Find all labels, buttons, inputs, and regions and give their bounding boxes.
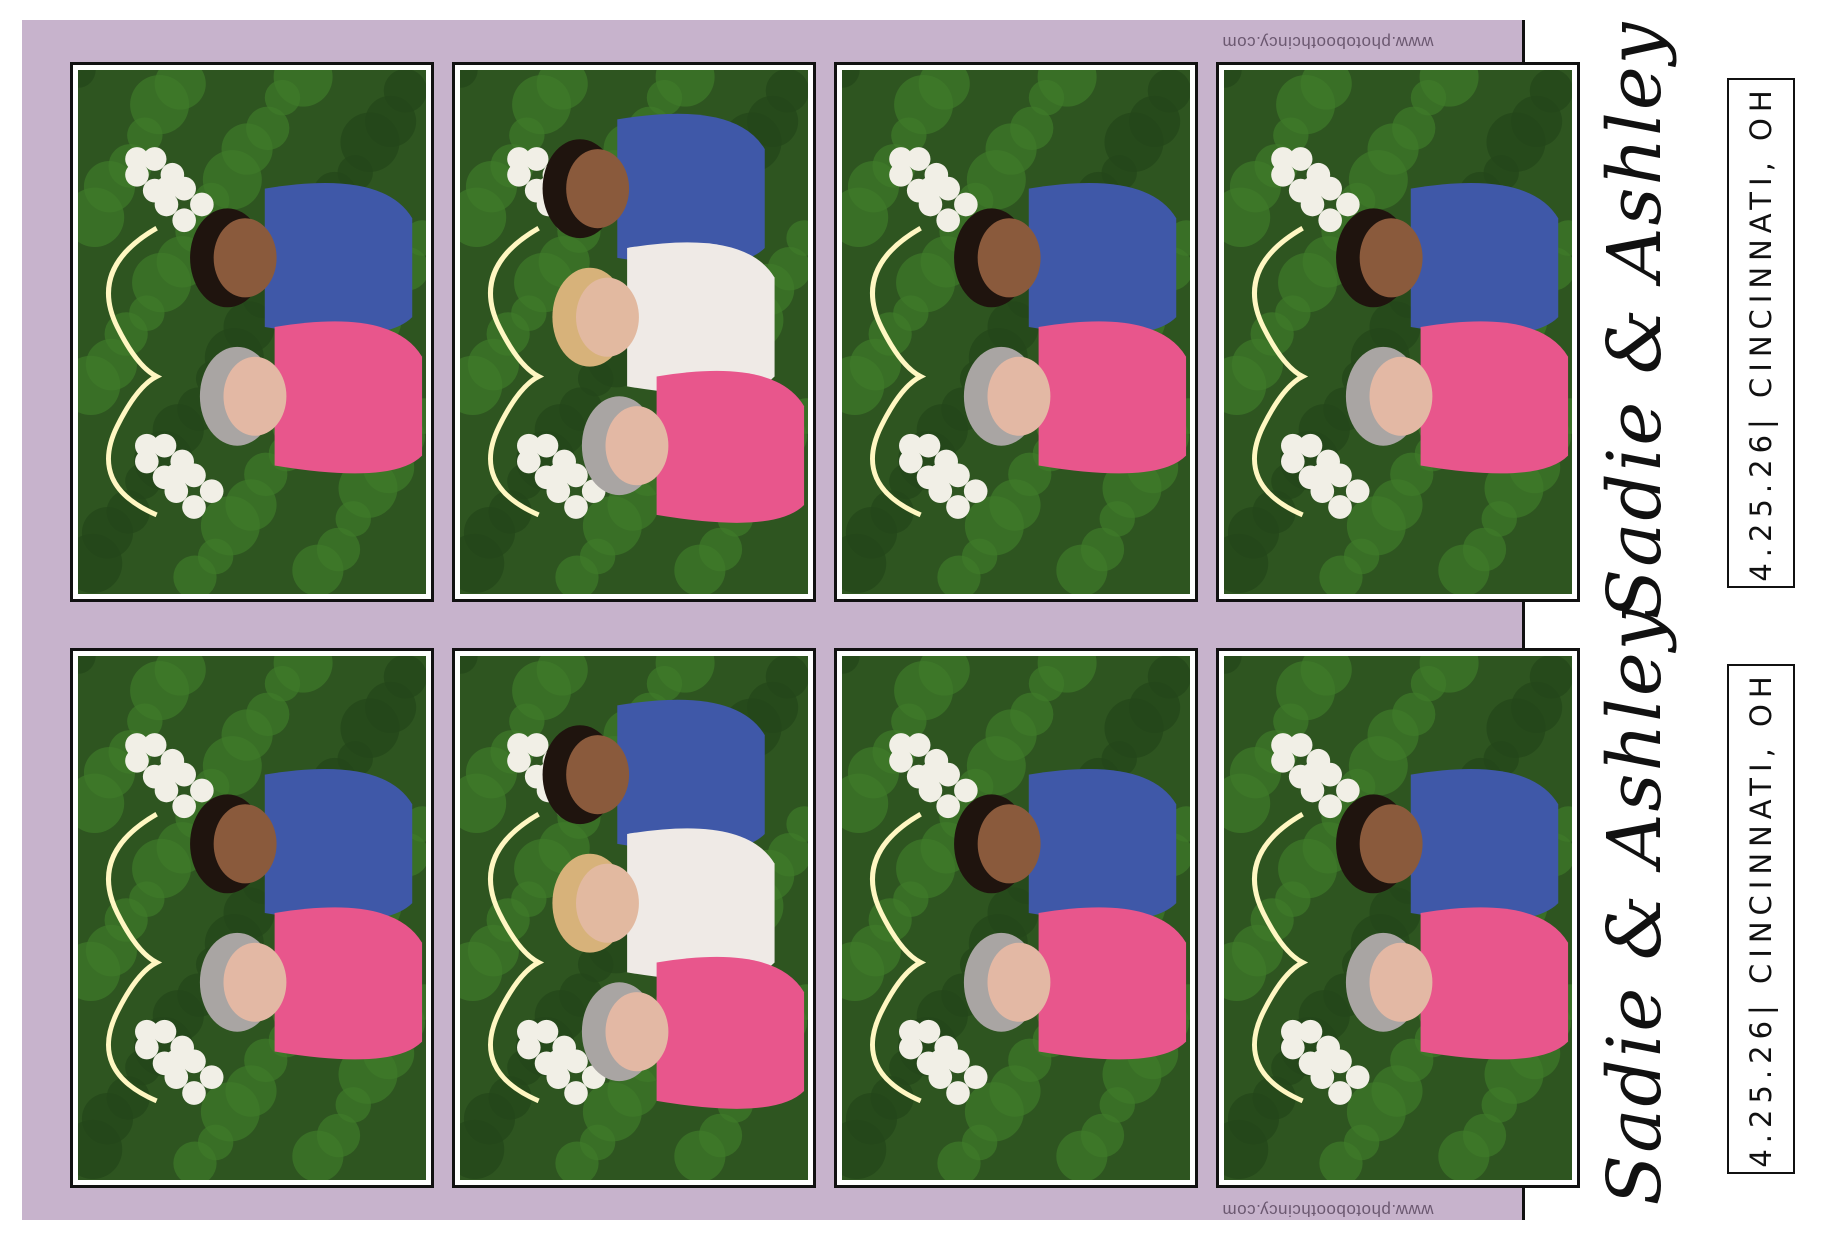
website-watermark-top: www.photoboothcincy.com bbox=[1222, 33, 1434, 52]
date-location-box: 4.25.26| CINCINNATI, OH bbox=[1727, 664, 1795, 1174]
photo-image bbox=[1224, 70, 1572, 594]
couple-names: Sadie & Ashley bbox=[1575, 21, 1695, 620]
date-location-box: 4.25.26| CINCINNATI, OH bbox=[1727, 78, 1795, 588]
photo-image bbox=[842, 656, 1190, 1180]
photo-7 bbox=[834, 648, 1198, 1188]
couple-names-text: Sadie & Ashley bbox=[1592, 20, 1678, 620]
photo-image bbox=[1224, 656, 1572, 1180]
photo-scene bbox=[1224, 656, 1572, 1180]
photo-image bbox=[460, 70, 808, 594]
photo-scene bbox=[842, 656, 1190, 1180]
photo-scene bbox=[842, 70, 1190, 594]
website-watermark-bottom: www.photoboothcincy.com bbox=[1222, 1201, 1434, 1220]
photo-1 bbox=[70, 62, 434, 602]
photo-image bbox=[460, 656, 808, 1180]
photo-6 bbox=[452, 648, 816, 1188]
photo-4 bbox=[1216, 62, 1580, 602]
photo-scene bbox=[78, 656, 426, 1180]
photo-5 bbox=[70, 648, 434, 1188]
photo-image bbox=[78, 656, 426, 1180]
date-location-text: 4.25.26| CINCINNATI, OH bbox=[1744, 670, 1778, 1168]
date-location-text: 4.25.26| CINCINNATI, OH bbox=[1744, 84, 1778, 582]
photo-scene bbox=[1224, 70, 1572, 594]
photo-3 bbox=[834, 62, 1198, 602]
photo-scene bbox=[460, 70, 808, 594]
photo-image bbox=[842, 70, 1190, 594]
photo-scene bbox=[78, 70, 426, 594]
photo-8 bbox=[1216, 648, 1580, 1188]
photo-scene bbox=[460, 656, 808, 1180]
couple-names: Sadie & Ashley bbox=[1575, 607, 1695, 1206]
photo-2 bbox=[452, 62, 816, 602]
couple-names-text: Sadie & Ashley bbox=[1592, 606, 1678, 1206]
photo-image bbox=[78, 70, 426, 594]
